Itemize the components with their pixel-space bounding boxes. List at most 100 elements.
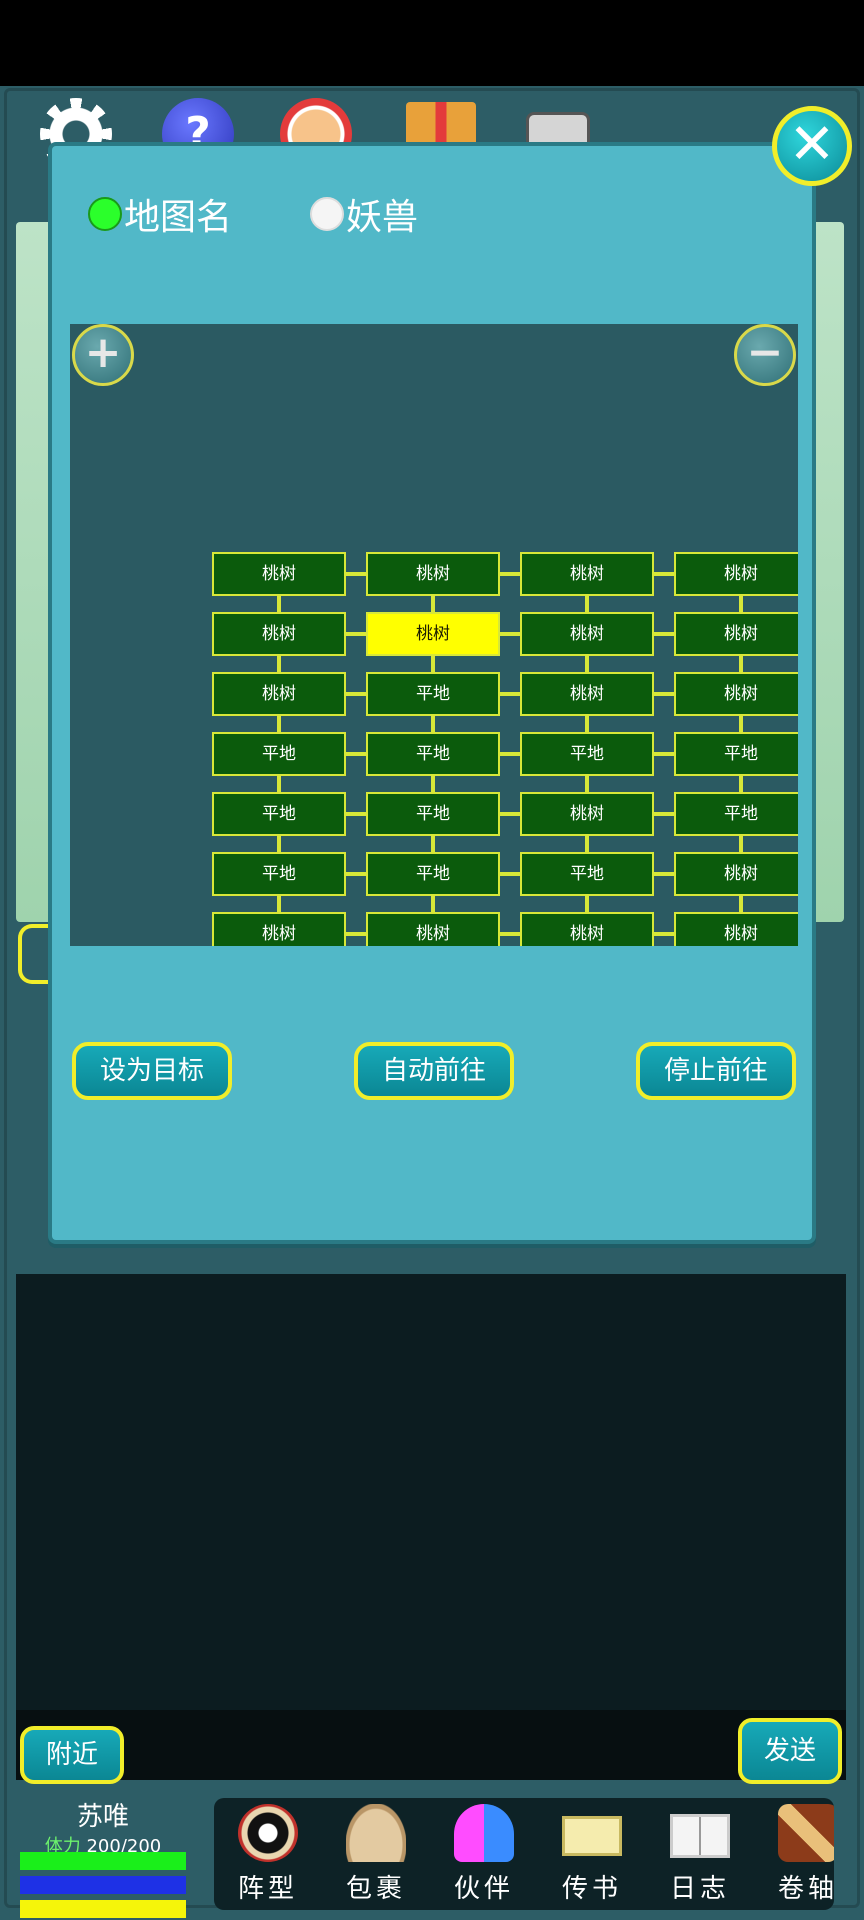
- chat-input[interactable]: [16, 1710, 846, 1780]
- map-connector: [500, 812, 520, 816]
- map-connector: [277, 716, 281, 732]
- map-cell[interactable]: 桃树: [212, 912, 346, 946]
- map-cell[interactable]: 桃树: [674, 912, 798, 946]
- map-connector: [654, 692, 674, 696]
- map-connector: [739, 776, 743, 792]
- map-cell[interactable]: 平地: [366, 732, 500, 776]
- map-cell[interactable]: 桃树: [366, 552, 500, 596]
- map-connector: [431, 776, 435, 792]
- close-icon[interactable]: ✕: [772, 106, 852, 186]
- radio-map-name-label: 地图名: [124, 197, 233, 238]
- map-cell[interactable]: 桃树: [366, 612, 500, 656]
- game-screen: ? 地图名 妖兽 桃树 桃树 桃树 桃树 桃树 桃树 桃树 桃树 桃树 平地 桃树 桃树 平地 平地 平地平…: [0, 86, 864, 1920]
- map-connector: [585, 896, 589, 912]
- map-connector: [654, 752, 674, 756]
- radio-unselected-icon: [310, 197, 344, 231]
- map-cell[interactable]: 平地: [212, 732, 346, 776]
- map-connector: [431, 836, 435, 852]
- stamina-bar: [20, 1900, 186, 1918]
- map-connector: [739, 596, 743, 612]
- map-connector: [654, 572, 674, 576]
- set-target-button[interactable]: 设为目标: [72, 1042, 232, 1100]
- nav-bag[interactable]: 包裹: [322, 1798, 430, 1910]
- map-cell[interactable]: 桃树: [520, 612, 654, 656]
- map-cell[interactable]: 平地: [520, 732, 654, 776]
- map-connector: [654, 812, 674, 816]
- map-connector: [431, 896, 435, 912]
- map-cell[interactable]: 平地: [520, 852, 654, 896]
- map-cell[interactable]: 平地: [212, 852, 346, 896]
- map-cell[interactable]: 平地: [674, 792, 798, 836]
- map-connector: [654, 932, 674, 936]
- map-cell[interactable]: 桃树: [520, 672, 654, 716]
- nav-label: 传书: [561, 1874, 622, 1904]
- map-cell[interactable]: 平地: [366, 792, 500, 836]
- nav-partner[interactable]: 伙伴: [430, 1798, 538, 1910]
- zoom-out-button[interactable]: −: [734, 324, 796, 386]
- map-connector: [500, 752, 520, 756]
- map-connector: [346, 692, 366, 696]
- map-connector: [739, 896, 743, 912]
- map-cell[interactable]: 平地: [366, 852, 500, 896]
- map-connector: [431, 656, 435, 672]
- nav-log[interactable]: 日志: [646, 1798, 754, 1910]
- map-connector: [346, 812, 366, 816]
- map-cell[interactable]: 桃树: [212, 552, 346, 596]
- nav-label: 日志: [669, 1874, 730, 1904]
- send-button[interactable]: 发送: [738, 1718, 842, 1784]
- map-connector: [500, 872, 520, 876]
- map-connector: [585, 716, 589, 732]
- left-side-strip: [16, 222, 52, 922]
- map-connector: [431, 596, 435, 612]
- map-cell[interactable]: 桃树: [674, 672, 798, 716]
- map-cell[interactable]: 桃树: [674, 612, 798, 656]
- mail-icon: [562, 1816, 622, 1856]
- map-connector: [277, 836, 281, 852]
- map-cell[interactable]: 桃树: [520, 792, 654, 836]
- map-cell[interactable]: 桃树: [366, 912, 500, 946]
- map-connector: [585, 776, 589, 792]
- map-connector: [654, 632, 674, 636]
- nearby-button[interactable]: 附近: [20, 1726, 124, 1784]
- radio-beast-label: 妖兽: [346, 197, 419, 238]
- map-connector: [277, 776, 281, 792]
- chat-log: [16, 1274, 846, 1710]
- map-connector: [346, 932, 366, 936]
- map-connector: [500, 932, 520, 936]
- map-connector: [739, 836, 743, 852]
- auto-go-button[interactable]: 自动前往: [354, 1042, 514, 1100]
- map-cell[interactable]: 平地: [212, 792, 346, 836]
- map-connector: [585, 656, 589, 672]
- bottom-nav: 阵型 包裹 伙伴 传书 日志 卷轴: [214, 1798, 834, 1910]
- nav-mail[interactable]: 传书: [538, 1798, 646, 1910]
- hp-bar: [20, 1852, 186, 1870]
- scroll-icon: [778, 1804, 834, 1862]
- map-cell[interactable]: 桃树: [520, 552, 654, 596]
- map-connector: [500, 692, 520, 696]
- map-cell[interactable]: 平地: [366, 672, 500, 716]
- zoom-in-button[interactable]: +: [72, 324, 134, 386]
- map-grid: 桃树 桃树 桃树 桃树 桃树 桃树 桃树 桃树 桃树 平地 桃树 桃树 平地 平地 平地 平地 平地 平地 桃树 平地…: [70, 324, 798, 946]
- formation-icon: [238, 1804, 298, 1862]
- partner-icon: [454, 1804, 514, 1862]
- map-cell[interactable]: 平地: [674, 732, 798, 776]
- player-name: 苏唯: [76, 1802, 129, 1832]
- map-cell[interactable]: 桃树: [674, 552, 798, 596]
- nav-label: 包裹: [345, 1874, 406, 1904]
- map-connector: [431, 716, 435, 732]
- radio-map-name[interactable]: 地图名: [88, 186, 232, 242]
- map-cell[interactable]: 桃树: [212, 612, 346, 656]
- stop-go-button[interactable]: 停止前往: [636, 1042, 796, 1100]
- map-connector: [346, 572, 366, 576]
- nav-label: 卷轴: [777, 1874, 834, 1904]
- nav-scroll[interactable]: 卷轴: [754, 1798, 834, 1910]
- map-connector: [346, 872, 366, 876]
- radio-beast[interactable]: 妖兽: [310, 186, 418, 242]
- map-cell[interactable]: 桃树: [520, 912, 654, 946]
- mp-bar: [20, 1876, 186, 1894]
- map-cell[interactable]: 桃树: [674, 852, 798, 896]
- map-cell[interactable]: 桃树: [212, 672, 346, 716]
- map-connector: [346, 632, 366, 636]
- map-panel[interactable]: 桃树 桃树 桃树 桃树 桃树 桃树 桃树 桃树 桃树 平地 桃树 桃树 平地 平地 平地 平地 平地 平地 桃树 平地…: [70, 324, 798, 946]
- nav-formation[interactable]: 阵型: [214, 1798, 322, 1910]
